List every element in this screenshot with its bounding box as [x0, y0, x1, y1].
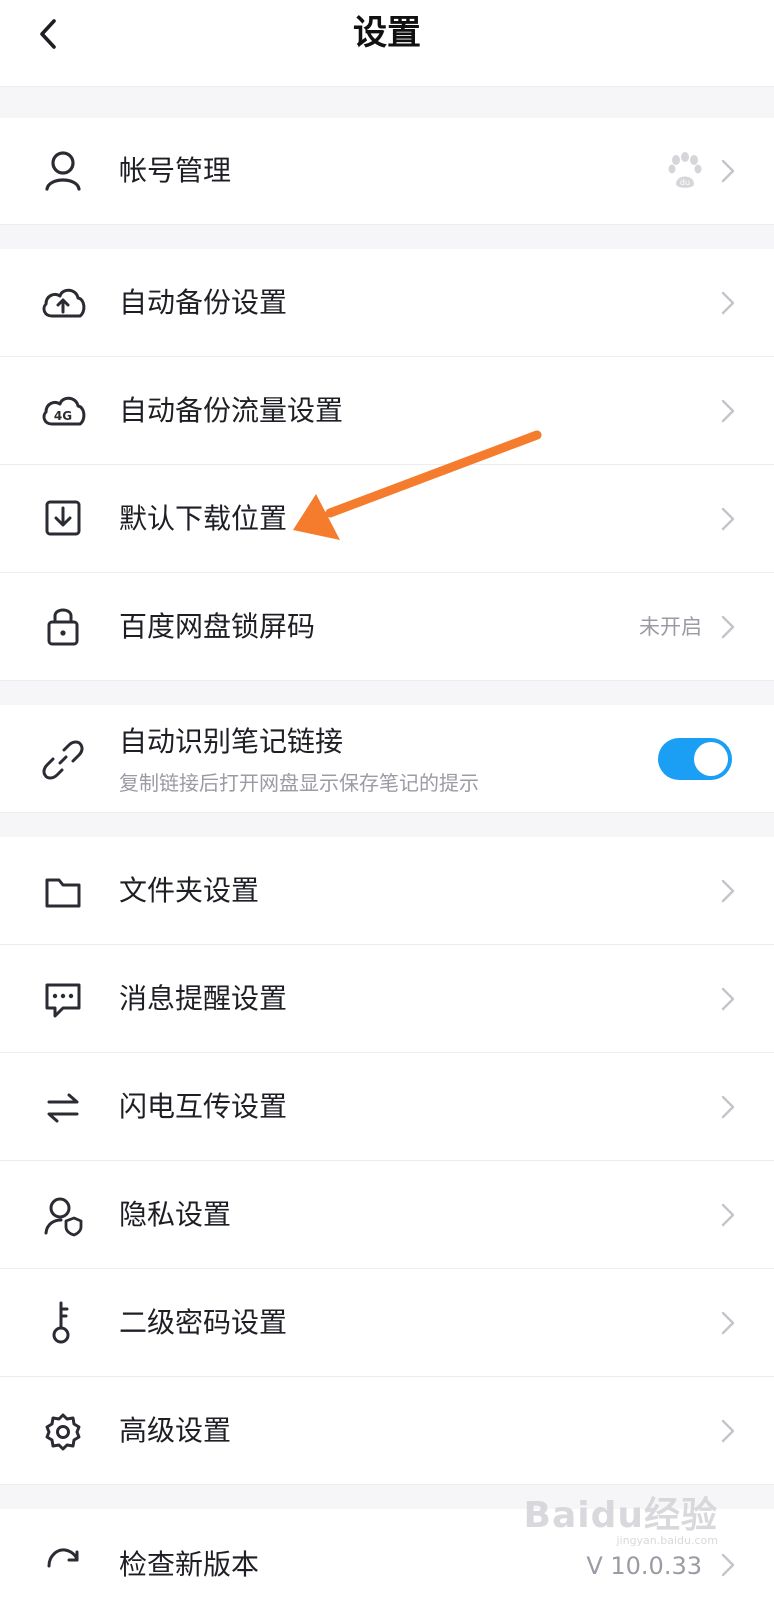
chevron-right-icon — [721, 1203, 735, 1227]
key-icon — [40, 1299, 86, 1345]
row-label: 自动备份设置 — [119, 286, 288, 319]
refresh-icon — [40, 1541, 86, 1587]
row-message[interactable]: 消息提醒设置 — [0, 945, 774, 1053]
row-label: 自动备份流量设置 — [119, 394, 344, 427]
row-default-download[interactable]: 默认下载位置 — [0, 465, 774, 573]
row-second-password[interactable]: 二级密码设置 — [0, 1269, 774, 1377]
header-bar: 设置 — [0, 0, 774, 87]
row-label: 帐号管理 — [119, 154, 232, 187]
lock-icon — [40, 603, 86, 649]
chevron-right-icon — [721, 615, 735, 639]
row-label: 百度网盘锁屏码 — [119, 610, 316, 643]
row-label: 文件夹设置 — [119, 874, 260, 907]
row-label: 高级设置 — [119, 1414, 232, 1447]
gear-icon — [40, 1409, 86, 1455]
version-value: V 10.0.33 — [586, 1552, 702, 1580]
privacy-icon — [40, 1193, 86, 1239]
svg-text:du: du — [680, 178, 690, 187]
row-label: 默认下载位置 — [119, 502, 288, 535]
row-advanced[interactable]: 高级设置 — [0, 1377, 774, 1485]
row-lock-code[interactable]: 百度网盘锁屏码 未开启 — [0, 573, 774, 681]
row-note-link: 自动识别笔记链接 复制链接后打开网盘显示保存笔记的提示 — [0, 705, 774, 813]
row-folder[interactable]: 文件夹设置 — [0, 837, 774, 945]
message-icon — [40, 977, 86, 1023]
chevron-right-icon — [721, 1095, 735, 1119]
row-auto-backup[interactable]: 自动备份设置 — [0, 249, 774, 357]
transfer-icon — [40, 1085, 86, 1131]
watermark-text: Baidu经验 — [523, 1495, 718, 1536]
row-label: 二级密码设置 — [119, 1306, 288, 1339]
download-box-icon — [40, 495, 86, 541]
cloud-4g-icon: 4G — [40, 387, 86, 433]
chevron-right-icon — [721, 291, 735, 315]
row-backup-traffic[interactable]: 4G 自动备份流量设置 — [0, 357, 774, 465]
row-account[interactable]: 帐号管理 du — [0, 118, 774, 225]
cloud-upload-icon — [40, 279, 86, 325]
chevron-right-icon — [721, 987, 735, 1011]
svg-text:4G: 4G — [54, 409, 72, 423]
user-icon — [40, 148, 86, 194]
chevron-right-icon — [721, 159, 735, 183]
chevron-right-icon — [721, 1553, 735, 1577]
chevron-right-icon — [721, 879, 735, 903]
row-label: 隐私设置 — [119, 1198, 232, 1231]
chevron-right-icon — [721, 1419, 735, 1443]
row-privacy[interactable]: 隐私设置 — [0, 1161, 774, 1269]
row-label: 检查新版本 — [119, 1548, 260, 1581]
row-transfer[interactable]: 闪电互传设置 — [0, 1053, 774, 1161]
row-label: 闪电互传设置 — [119, 1090, 288, 1123]
chevron-right-icon — [721, 1311, 735, 1335]
row-description: 复制链接后打开网盘显示保存笔记的提示 — [119, 771, 479, 795]
status-value: 未开启 — [639, 615, 702, 639]
chevron-right-icon — [721, 507, 735, 531]
link-icon — [40, 737, 86, 783]
folder-icon — [40, 869, 86, 915]
note-link-toggle[interactable] — [658, 738, 732, 780]
row-label: 自动识别笔记链接 — [119, 725, 344, 758]
chevron-right-icon — [721, 399, 735, 423]
toggle-knob — [694, 742, 728, 776]
watermark: Baidu经验 jingyan.baidu.com — [524, 1486, 718, 1547]
page-title: 设置 — [353, 13, 421, 53]
row-label: 消息提醒设置 — [119, 982, 288, 1015]
baidu-paw-icon: du — [668, 152, 702, 194]
